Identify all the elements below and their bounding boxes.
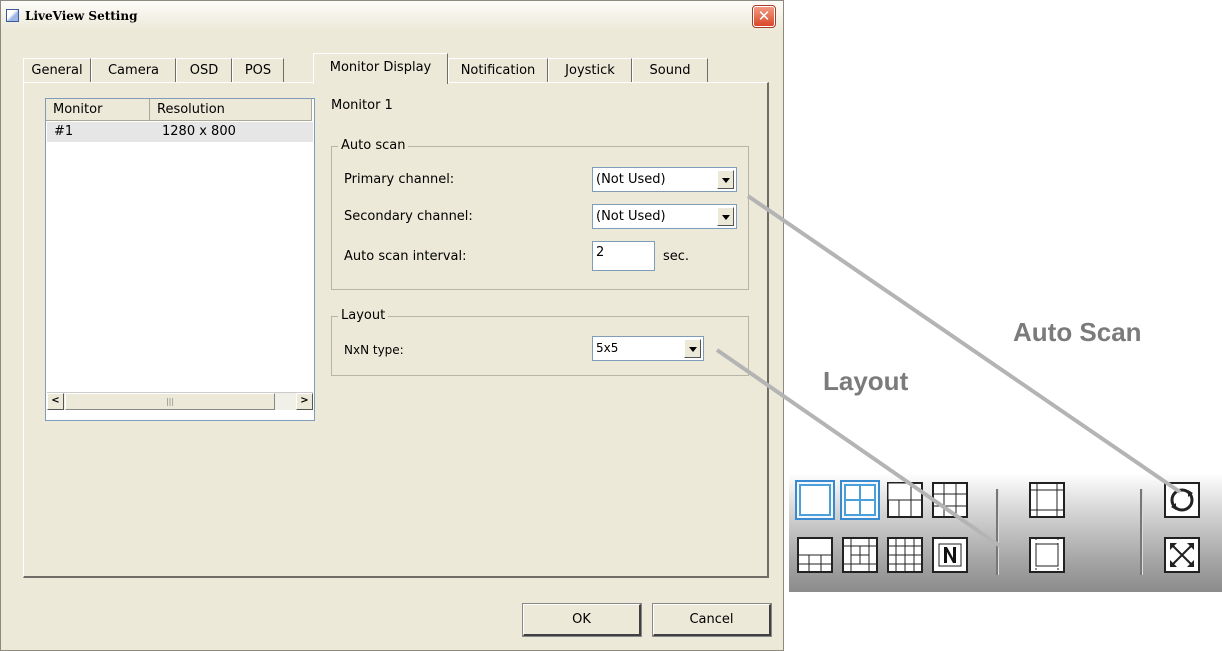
- scroll-left-button[interactable]: <: [47, 393, 64, 410]
- interval-unit-label: sec.: [663, 249, 690, 264]
- layout-legend: Layout: [338, 308, 389, 323]
- chevron-down-icon[interactable]: [717, 170, 734, 189]
- tab-joystick[interactable]: Joystick: [548, 58, 632, 83]
- nine-view-icon[interactable]: [930, 480, 970, 520]
- chevron-right-icon: >: [300, 395, 309, 406]
- auto-scan-annotation: Auto Scan: [1013, 317, 1142, 347]
- chevron-down-icon[interactable]: [684, 339, 701, 358]
- auto-scan-interval-label: Auto scan interval:: [344, 249, 467, 264]
- scroll-thumb[interactable]: |||: [65, 393, 275, 410]
- thirteen-view-icon[interactable]: [840, 535, 880, 575]
- column-header-resolution[interactable]: Resolution: [150, 99, 312, 121]
- fullscreen-icon[interactable]: [1162, 535, 1202, 575]
- auto-scan-interval-input[interactable]: 2: [592, 241, 655, 271]
- nxn-layout-icon[interactable]: [930, 535, 970, 575]
- tab-monitor-display[interactable]: Monitor Display: [313, 53, 448, 84]
- layout-annotation: Layout: [823, 366, 909, 396]
- auto-scan-legend: Auto scan: [338, 138, 409, 153]
- twelve-view-icon[interactable]: [795, 535, 835, 575]
- primary-channel-label: Primary channel:: [344, 172, 455, 187]
- nxn-type-select[interactable]: 5x5: [592, 336, 704, 361]
- monitor-list[interactable]: Monitor Resolution #1 1280 x 800 < ||| >: [45, 98, 315, 421]
- tab-osd[interactable]: OSD: [176, 58, 232, 83]
- window-title: LiveView Setting: [25, 9, 138, 23]
- list-item[interactable]: #1 1280 x 800: [47, 122, 313, 142]
- single-view-icon[interactable]: [795, 480, 835, 520]
- toolbar-separator: [996, 489, 999, 575]
- grip-icon: |||: [165, 397, 175, 406]
- secondary-channel-select[interactable]: (Not Used): [592, 204, 737, 229]
- primary-channel-value: (Not Used): [596, 172, 666, 187]
- sequence-view-icon[interactable]: [1027, 480, 1067, 520]
- monitor-heading: Monitor 1: [331, 98, 393, 113]
- six-view-icon[interactable]: [885, 480, 925, 520]
- tab-sound[interactable]: Sound: [632, 58, 708, 83]
- toolbar-separator: [1140, 489, 1143, 575]
- primary-channel-select[interactable]: (Not Used): [592, 167, 737, 192]
- monitor-id: #1: [54, 124, 74, 139]
- column-header-monitor[interactable]: Monitor: [46, 99, 150, 121]
- horizontal-scrollbar[interactable]: < ||| >: [47, 392, 313, 410]
- secondary-channel-value: (Not Used): [596, 209, 666, 224]
- tab-camera[interactable]: Camera: [91, 58, 176, 83]
- ok-button[interactable]: OK: [522, 603, 642, 637]
- monitor-resolution: 1280 x 800: [162, 124, 236, 139]
- nxn-type-value: 5x5: [596, 341, 619, 355]
- close-button[interactable]: ✕: [752, 5, 776, 28]
- liveview-setting-dialog: LiveView Setting ✕ General Camera OSD PO…: [0, 0, 784, 651]
- scroll-right-button[interactable]: >: [296, 393, 313, 410]
- cancel-button[interactable]: Cancel: [652, 603, 772, 637]
- app-icon: [6, 9, 19, 22]
- close-icon: ✕: [757, 7, 771, 25]
- nxn-type-label: NxN type:: [344, 343, 404, 357]
- auto-scan-icon[interactable]: [1162, 480, 1202, 520]
- sixteen-view-icon[interactable]: [885, 535, 925, 575]
- title-bar[interactable]: LiveView Setting ✕: [1, 1, 783, 31]
- display-toolbar: [789, 473, 1222, 592]
- chevron-left-icon: <: [51, 395, 60, 406]
- tab-pos[interactable]: POS: [232, 58, 284, 83]
- tab-notification[interactable]: Notification: [448, 58, 548, 83]
- full-border-view-icon[interactable]: [1027, 535, 1067, 575]
- chevron-down-icon[interactable]: [717, 207, 734, 226]
- secondary-channel-label: Secondary channel:: [344, 209, 473, 224]
- quad-view-icon[interactable]: [840, 480, 880, 520]
- tab-general[interactable]: General: [23, 58, 91, 83]
